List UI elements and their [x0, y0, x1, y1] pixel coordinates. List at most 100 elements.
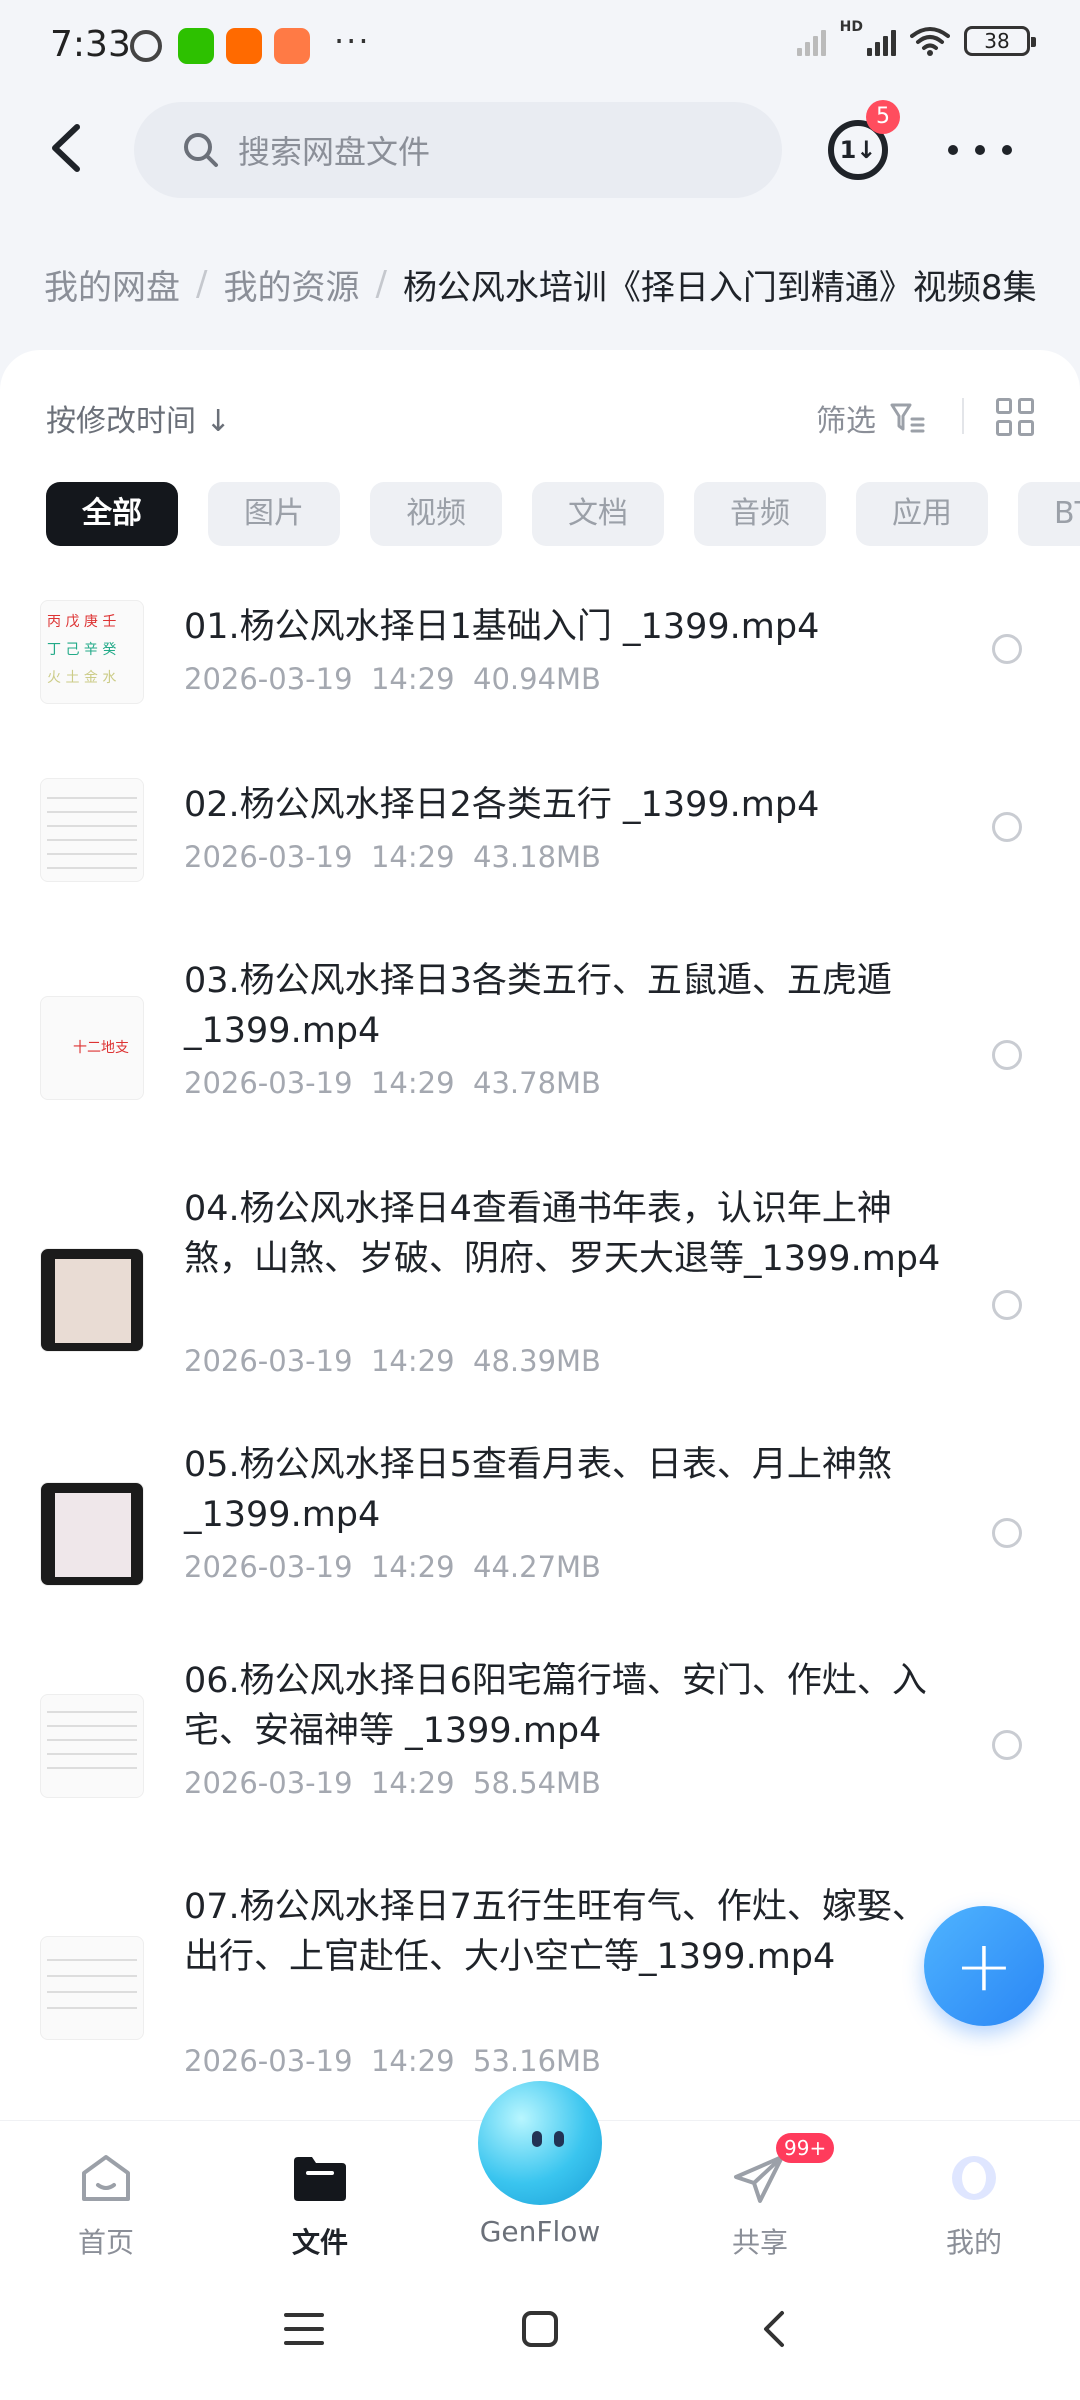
signal-icon-sim2: [867, 26, 896, 56]
file-row[interactable]: 05.杨公风水择日5查看月表、日表、月上神煞_1399.mp4 2026-03-…: [0, 1434, 1080, 1650]
back-button[interactable]: [36, 118, 96, 178]
select-radio[interactable]: [992, 812, 1022, 842]
breadcrumb-current-folder: 杨公风水培训《择日入门到精通》视频8集: [402, 267, 1037, 308]
file-meta: 2026-03-19 14:29 53.16MB: [184, 2044, 601, 2078]
search-input[interactable]: 搜索网盘文件: [134, 102, 782, 198]
genflow-orb-icon[interactable]: [478, 2081, 602, 2205]
file-time: 14:29: [370, 2044, 455, 2078]
file-size: 44.27MB: [473, 1550, 601, 1584]
chip-documents[interactable]: 文档: [532, 482, 664, 546]
file-time: 14:29: [370, 1550, 455, 1584]
file-name: 01.杨公风水择日1基础入门 _1399.mp4: [184, 607, 820, 647]
search-icon: [184, 133, 218, 167]
select-radio[interactable]: [992, 634, 1022, 664]
video-thumbnail: [40, 1248, 144, 1352]
breadcrumb-item-my-resources[interactable]: 我的资源: [223, 260, 359, 309]
breadcrumb-item-my-drive[interactable]: 我的网盘: [44, 260, 180, 309]
select-radio[interactable]: [992, 1518, 1022, 1548]
file-meta: 2026-03-19 14:29 44.27MB: [184, 1550, 601, 1584]
chip-videos[interactable]: 视频: [370, 482, 502, 546]
more-dot-icon: [948, 145, 958, 155]
video-thumbnail: [40, 1482, 144, 1586]
file-name: 07.杨公风水择日7五行生旺有气、作灶、嫁娶、出行、上官赴任、大小空亡等_139…: [184, 1887, 927, 1977]
home-icon: [82, 2155, 130, 2201]
file-row[interactable]: 04.杨公风水择日4查看通书年表，认识年上神煞，山煞、岁破、阴府、罗天大退等_1…: [0, 1168, 1080, 1434]
square-home-icon: [522, 2311, 558, 2347]
wifi-icon: [910, 27, 950, 56]
nav-genflow-label[interactable]: GenFlow: [450, 2215, 630, 2248]
mi-icon: [226, 28, 262, 64]
chip-all[interactable]: 全部: [46, 482, 178, 546]
file-time: 14:29: [370, 1066, 455, 1100]
home-button[interactable]: [510, 2304, 570, 2354]
file-name: 02.杨公风水择日2各类五行 _1399.mp4: [184, 785, 820, 825]
file-meta: 2026-03-19 14:29 43.18MB: [184, 840, 601, 874]
menu-button[interactable]: [274, 2304, 334, 2354]
nav-files-label: 文件: [291, 2226, 348, 2259]
nav-me[interactable]: 我的: [904, 2151, 1044, 2261]
search-placeholder: 搜索网盘文件: [238, 133, 431, 171]
breadcrumb-separator: /: [375, 264, 387, 304]
bottom-navigation: 首页 文件 GenFlow 共享 99+ 我的: [0, 2081, 1080, 2261]
file-date: 2026-03-19: [184, 1766, 353, 1800]
more-options-button[interactable]: [948, 122, 1012, 178]
file-row[interactable]: 十二地支 03.杨公风水择日3各类五行、五鼠遁、五虎遁_1399.mp4 202…: [0, 938, 1080, 1168]
file-size: 48.39MB: [473, 1344, 601, 1378]
nav-me-label: 我的: [945, 2226, 1002, 2259]
chip-apps[interactable]: 应用: [856, 482, 988, 546]
share-badge: 99+: [776, 2133, 835, 2163]
sort-filter-bar: 按修改时间 ↓ 筛选: [0, 386, 1080, 450]
file-size: 40.94MB: [473, 662, 601, 696]
nav-home[interactable]: 首页: [36, 2151, 176, 2261]
file-meta: 2026-03-19 14:29 48.39MB: [184, 1344, 601, 1378]
select-radio[interactable]: [992, 1730, 1022, 1760]
file-row[interactable]: 丙 戊 庚 壬 丁 己 辛 癸 火 土 金 水 01.杨公风水择日1基础入门 _…: [0, 582, 1080, 760]
chip-audio[interactable]: 音频: [694, 482, 826, 546]
file-date: 2026-03-19: [184, 2044, 353, 2078]
file-date: 2026-03-19: [184, 1066, 353, 1100]
file-size: 43.18MB: [473, 840, 601, 874]
file-name: 03.杨公风水择日3各类五行、五鼠遁、五虎遁_1399.mp4: [184, 961, 892, 1051]
select-radio[interactable]: [992, 1040, 1022, 1070]
file-browser-panel: 按修改时间 ↓ 筛选 全部 图片 视频 文档 音频 应用 BT种子 丙 戊 庚 …: [0, 350, 1080, 2120]
file-date: 2026-03-19: [184, 1344, 353, 1378]
video-thumbnail: 丙 戊 庚 壬 丁 己 辛 癸 火 土 金 水: [40, 600, 144, 704]
more-dot-icon: [1002, 145, 1012, 155]
file-date: 2026-03-19: [184, 1550, 353, 1584]
file-meta: 2026-03-19 14:29 43.78MB: [184, 1066, 601, 1100]
back-arrow-icon: [52, 124, 80, 172]
file-time: 14:29: [370, 1766, 455, 1800]
more-dot-icon: [975, 145, 985, 155]
file-date: 2026-03-19: [184, 840, 353, 874]
file-time: 14:29: [370, 1344, 455, 1378]
file-type-chips: 全部 图片 视频 文档 音频 应用 BT种子: [46, 482, 1080, 546]
status-more-icon: ···: [334, 22, 371, 60]
system-back-button[interactable]: [744, 2304, 804, 2354]
alarm-icon: [130, 30, 162, 62]
file-time: 14:29: [370, 840, 455, 874]
file-row[interactable]: 02.杨公风水择日2各类五行 _1399.mp4 2026-03-19 14:2…: [0, 760, 1080, 938]
grid-view-icon[interactable]: [996, 398, 1034, 436]
transfer-icon: 1↓: [839, 136, 877, 164]
chevron-left-icon: [764, 2311, 784, 2347]
sort-by-modified-button[interactable]: 按修改时间 ↓: [46, 396, 231, 440]
chip-bt-torrents[interactable]: BT种子: [1018, 482, 1080, 546]
filter-button[interactable]: 筛选: [816, 396, 876, 440]
file-name: 04.杨公风水择日4查看通书年表，认识年上神煞，山煞、岁破、阴府、罗天大退等_1…: [184, 1189, 941, 1279]
hd-label: HD: [839, 19, 863, 35]
chip-images[interactable]: 图片: [208, 482, 340, 546]
transfer-badge: 5: [866, 100, 900, 134]
filter-icon[interactable]: [890, 402, 926, 434]
add-button[interactable]: +: [924, 1906, 1044, 2026]
file-size: 58.54MB: [473, 1766, 601, 1800]
divider: [962, 398, 964, 434]
file-row[interactable]: 07.杨公风水择日7五行生旺有气、作灶、嫁娶、出行、上官赴任、大小空亡等_139…: [0, 1864, 1080, 2114]
nav-share[interactable]: 共享: [690, 2151, 830, 2261]
file-size: 43.78MB: [473, 1066, 601, 1100]
file-list: 丙 戊 庚 壬 丁 己 辛 癸 火 土 金 水 01.杨公风水择日1基础入门 _…: [0, 582, 1080, 2114]
file-row[interactable]: 06.杨公风水择日6阳宅篇行墙、安门、作灶、入宅、安福神等 _1399.mp4 …: [0, 1650, 1080, 1864]
nav-files[interactable]: 文件: [250, 2151, 390, 2261]
breadcrumb-separator: /: [196, 264, 208, 304]
select-radio[interactable]: [992, 1290, 1022, 1320]
nav-home-label: 首页: [77, 2226, 134, 2259]
